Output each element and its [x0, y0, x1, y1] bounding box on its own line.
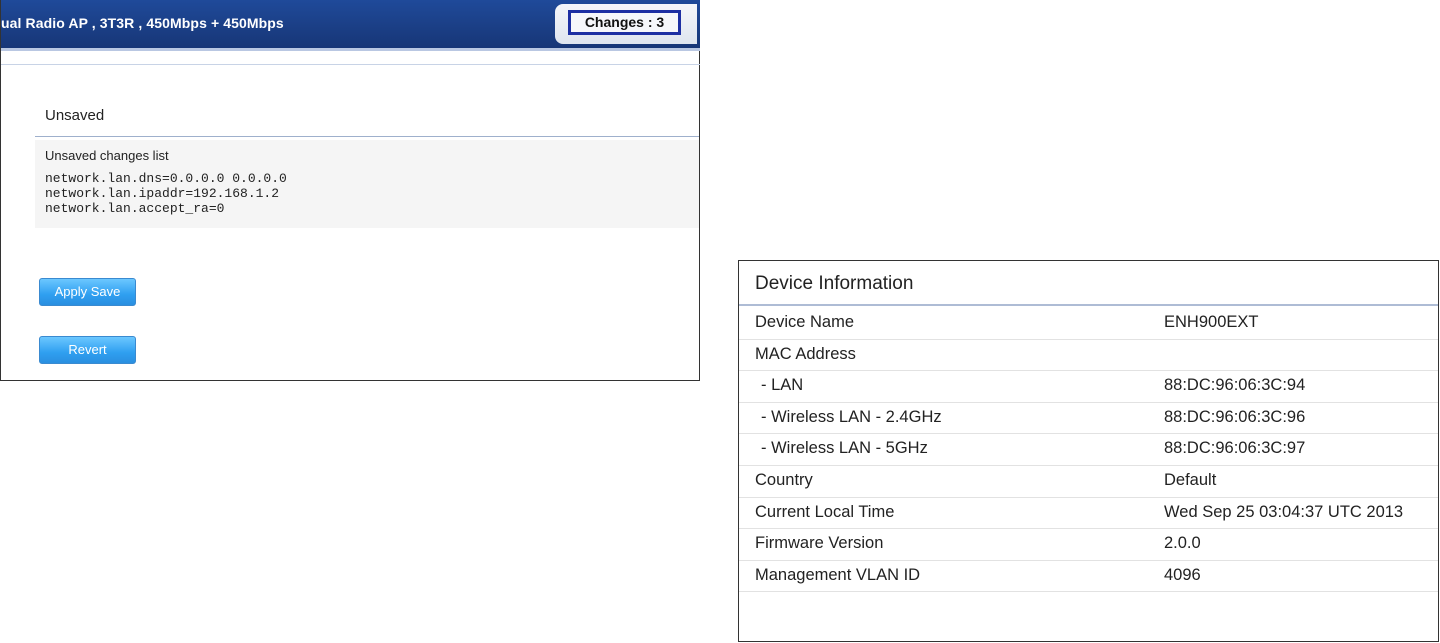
changes-counter-button[interactable]: Changes : 3	[568, 10, 681, 35]
unsaved-changes-area: Unsaved changes list network.lan.dns=0.0…	[35, 140, 699, 228]
info-value: ENH900EXT	[1164, 313, 1259, 331]
info-label: Firmware Version	[755, 534, 884, 553]
info-row-country: Country Default	[739, 466, 1438, 498]
header-bar: ual Radio AP , 3T3R , 450Mbps + 450Mbps …	[1, 0, 700, 51]
info-row-mac-lan: - LAN 88:DC:96:06:3C:94	[739, 371, 1438, 403]
change-line: network.lan.accept_ra=0	[45, 201, 225, 216]
change-line: network.lan.dns=0.0.0.0 0.0.0.0	[45, 171, 287, 186]
info-row-vlan-id: Management VLAN ID 4096	[739, 561, 1438, 593]
info-value: 2.0.0	[1164, 534, 1201, 553]
heading-divider	[35, 136, 699, 137]
info-label: - Wireless LAN - 5GHz	[761, 439, 928, 458]
info-value: 88:DC:96:06:3C:94	[1164, 376, 1306, 395]
info-row-device-name: Device Name ENH900EXT	[739, 308, 1438, 340]
info-label: Device Name	[755, 313, 855, 331]
info-row-firmware-version: Firmware Version 2.0.0	[739, 529, 1438, 561]
info-label: Country	[755, 470, 813, 489]
info-label: Current Local Time	[755, 502, 895, 521]
title-divider	[739, 304, 1438, 306]
info-row-mac-wlan-24ghz: - Wireless LAN - 2.4GHz 88:DC:96:06:3C:9…	[739, 403, 1438, 435]
info-label: MAC Address	[755, 344, 856, 363]
info-row-mac-wlan-5ghz: - Wireless LAN - 5GHz 88:DC:96:06:3C:97	[739, 434, 1438, 466]
device-information-title: Device Information	[755, 273, 914, 294]
changes-tab: Changes : 3	[555, 4, 697, 44]
device-model-title: ual Radio AP , 3T3R , 450Mbps + 450Mbps	[1, 15, 284, 31]
info-value: 88:DC:96:06:3C:96	[1164, 407, 1306, 426]
info-label: - Wireless LAN - 2.4GHz	[761, 407, 942, 426]
revert-button[interactable]: Revert	[39, 336, 136, 364]
info-label: - LAN	[761, 376, 804, 395]
unsaved-heading: Unsaved	[45, 107, 105, 124]
info-label: Management VLAN ID	[755, 565, 921, 584]
changes-list: network.lan.dns=0.0.0.0 0.0.0.0 network.…	[45, 171, 287, 216]
info-value: 4096	[1164, 565, 1201, 584]
info-row-local-time: Current Local Time Wed Sep 25 03:04:37 U…	[739, 498, 1438, 530]
info-row-mac-address: MAC Address	[739, 340, 1438, 372]
info-value: Wed Sep 25 03:04:37 UTC 2013	[1164, 502, 1404, 521]
info-value: Default	[1164, 470, 1217, 489]
apply-save-button[interactable]: Apply Save	[39, 278, 136, 306]
device-information-panel: Device Information Device Name ENH900EXT…	[738, 260, 1439, 642]
unsaved-changes-panel: ual Radio AP , 3T3R , 450Mbps + 450Mbps …	[0, 0, 700, 381]
info-value: 88:DC:96:06:3C:97	[1164, 439, 1306, 458]
change-line: network.lan.ipaddr=192.168.1.2	[45, 186, 280, 201]
device-info-table: Device Name ENH900EXT MAC Address - LAN …	[739, 308, 1438, 593]
changes-list-label: Unsaved changes list	[45, 148, 169, 163]
header-divider	[1, 64, 700, 65]
